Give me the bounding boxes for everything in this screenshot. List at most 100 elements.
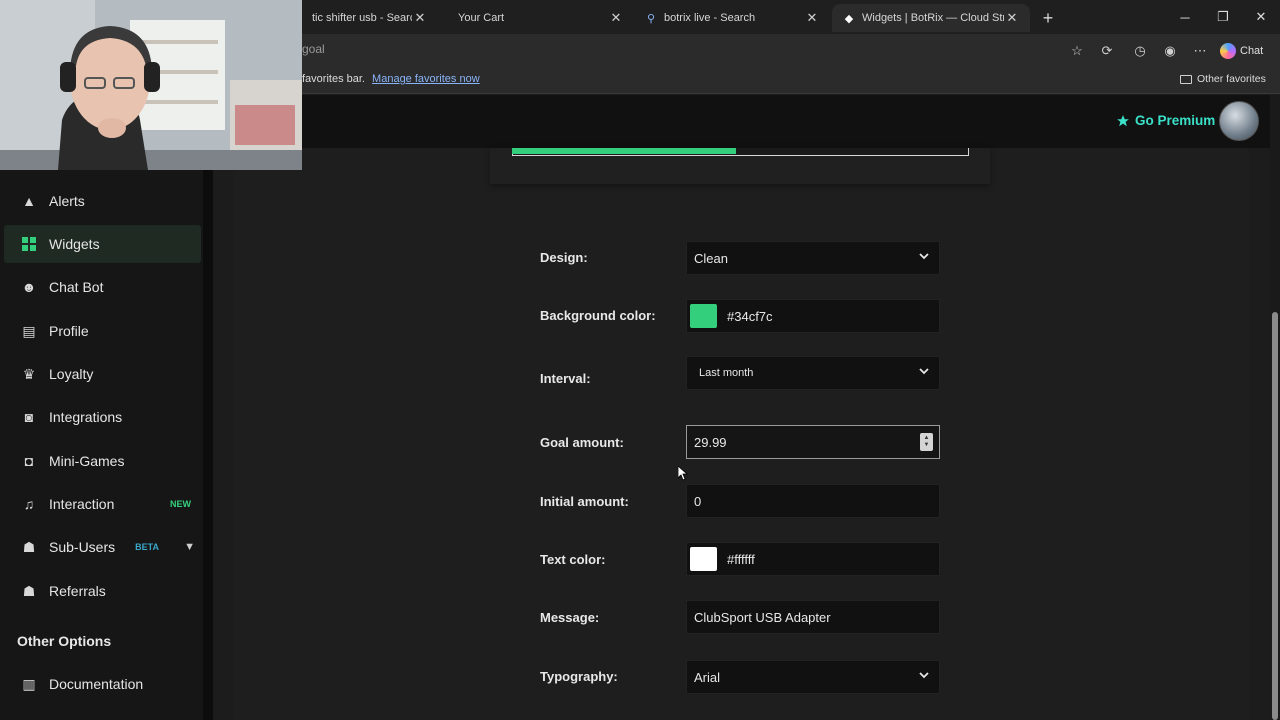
tab-title: Your Cart <box>458 12 505 24</box>
go-premium-label: Go Premium <box>1135 113 1216 128</box>
sidebar-divider <box>203 148 213 720</box>
sidebar-item-label: Interaction <box>49 496 115 512</box>
chevron-down-icon[interactable]: ▼ <box>184 541 195 553</box>
tab-widgets-active[interactable]: ◆ Widgets | BotRix — Cloud Streami ✕ <box>832 4 1030 32</box>
scrollbar-thumb[interactable] <box>1272 312 1278 720</box>
chevron-down-icon <box>919 368 929 375</box>
sidebar-item-alerts[interactable]: ▲ Alerts <box>4 182 201 220</box>
sidebar-item-chat-bot[interactable]: ☻ Chat Bot <box>4 268 201 306</box>
initial-amount-label: Initial amount: <box>540 494 629 509</box>
interval-value: Last month <box>699 367 754 379</box>
chat-label: Chat <box>1240 45 1264 57</box>
text-color-value: #ffffff <box>727 551 755 567</box>
message-value: ClubSport USB Adapter <box>694 609 831 625</box>
goal-amount-input[interactable]: 29.99 ▲ ▼ <box>686 425 940 459</box>
folder-icon <box>1180 74 1192 84</box>
star-icon[interactable]: ☆ <box>1068 42 1086 60</box>
beta-badge: BETA <box>135 542 159 552</box>
sidebar-item-loyalty[interactable]: ♛ Loyalty <box>4 355 201 393</box>
sidebar-item-referrals[interactable]: ☗ Referrals <box>4 572 201 610</box>
discord-icon: ◙ <box>24 409 34 425</box>
tab-title: tic shifter usb - Search <box>312 12 412 24</box>
search-icon: ⚲ <box>646 12 656 25</box>
text-color-input[interactable]: #ffffff <box>686 542 940 576</box>
restore-icon[interactable]: ❐ <box>1204 0 1242 34</box>
close-icon[interactable]: ✕ <box>608 10 624 26</box>
tab-search-botrix[interactable]: ⚲ botrix live - Search ✕ <box>634 4 830 32</box>
sidebar-item-mini-games[interactable]: ◘ Mini-Games <box>4 442 201 480</box>
manage-favorites-link[interactable]: Manage favorites now <box>372 73 480 85</box>
goal-progress-fill <box>512 148 736 154</box>
typography-value: Arial <box>694 669 721 685</box>
users-icon: ☗ <box>22 538 36 555</box>
webcam-overlay <box>0 0 302 170</box>
initial-amount-value: 0 <box>694 493 702 509</box>
sidebar-item-label: Documentation <box>49 676 144 692</box>
sidebar-item-integrations[interactable]: ◙ Integrations <box>4 398 201 436</box>
id-card-icon: ▤ <box>22 322 36 339</box>
url-input[interactable]: goal <box>302 42 325 56</box>
sidebar-item-profile[interactable]: ▤ Profile <box>4 312 201 350</box>
number-stepper-icon[interactable]: ▲ ▼ <box>920 433 933 451</box>
new-badge: NEW <box>170 499 191 509</box>
user-group-icon: ☗ <box>22 582 36 599</box>
minimize-icon[interactable]: ─ <box>1166 0 1204 34</box>
chevron-down-icon <box>919 253 929 260</box>
botrix-logo-icon: ◆ <box>844 12 854 25</box>
tab-title: Widgets | BotRix — Cloud Streami <box>862 12 1004 24</box>
close-icon[interactable]: ✕ <box>804 10 820 26</box>
tab-search-shifter[interactable]: tic shifter usb - Search ✕ <box>302 4 438 32</box>
message-label: Message: <box>540 610 600 625</box>
interval-label: Interval: <box>540 371 591 386</box>
extensions-icon[interactable]: ⟳ <box>1098 42 1116 60</box>
trophy-icon: ♛ <box>22 365 36 382</box>
sidebar-item-sub-users[interactable]: ☗ Sub-Users BETA ▼ <box>4 528 201 566</box>
design-value: Clean <box>694 250 728 266</box>
window-controls: ─ ❐ ✕ <box>1166 0 1280 34</box>
close-window-icon[interactable]: ✕ <box>1242 0 1280 34</box>
sidebar-item-interaction[interactable]: ♫ Interaction NEW <box>4 485 201 523</box>
sidebar-item-label: Widgets <box>49 236 100 252</box>
close-icon[interactable]: ✕ <box>412 10 428 26</box>
sidebar-item-label: Alerts <box>49 193 85 209</box>
new-tab-icon[interactable]: + <box>1036 4 1060 32</box>
interval-select[interactable]: Last month <box>686 356 940 390</box>
sidebar-item-label: Profile <box>49 323 89 339</box>
tab-cart[interactable]: Your Cart ✕ <box>448 4 634 32</box>
text-color-swatch[interactable] <box>690 547 717 571</box>
message-input[interactable]: ClubSport USB Adapter <box>686 600 940 634</box>
history-icon[interactable]: ◷ <box>1131 42 1149 60</box>
background-color-value: #34cf7c <box>727 308 773 324</box>
sidebar-item-label: Sub-Users <box>49 539 116 555</box>
goal-amount-value: 29.99 <box>694 434 727 450</box>
close-icon[interactable]: ✕ <box>1004 10 1020 26</box>
typography-select[interactable]: Arial <box>686 660 940 694</box>
favorites-prompt: favorites bar. Manage favorites now <box>302 73 480 85</box>
other-options-heading: Other Options <box>17 633 112 649</box>
background-color-input[interactable]: #34cf7c <box>686 299 940 333</box>
warning-icon: ▲ <box>22 193 36 209</box>
sidebar-item-widgets[interactable]: Widgets <box>4 225 201 263</box>
background-color-swatch[interactable] <box>690 304 717 328</box>
tab-title: botrix live - Search <box>664 12 756 24</box>
profile-icon[interactable]: ◉ <box>1161 42 1179 60</box>
copilot-icon <box>1220 43 1236 59</box>
initial-amount-input[interactable]: 0 <box>686 484 940 518</box>
sidebar-item-documentation[interactable]: ▥ Documentation <box>4 665 201 703</box>
sidebar-item-label: Mini-Games <box>49 453 125 469</box>
go-premium-button[interactable]: Go Premium <box>1116 113 1215 128</box>
other-favorites-button[interactable]: Other favorites <box>1180 73 1266 85</box>
design-select[interactable]: Clean <box>686 241 940 275</box>
design-label: Design: <box>540 250 588 265</box>
more-icon[interactable]: ⋯ <box>1191 42 1209 60</box>
goal-amount-label: Goal amount: <box>540 435 624 450</box>
chevron-down-icon <box>919 672 929 679</box>
gamepad-icon: ◘ <box>24 453 34 469</box>
avatar[interactable] <box>1219 101 1259 141</box>
other-favorites-label: Other favorites <box>1197 73 1266 85</box>
sidebar-item-label: Referrals <box>49 583 106 599</box>
star-icon <box>1117 114 1129 126</box>
copilot-chat-button[interactable]: Chat <box>1220 40 1263 62</box>
favorites-prompt-text: favorites bar. <box>302 73 365 85</box>
background-color-label: Background color: <box>540 308 656 323</box>
